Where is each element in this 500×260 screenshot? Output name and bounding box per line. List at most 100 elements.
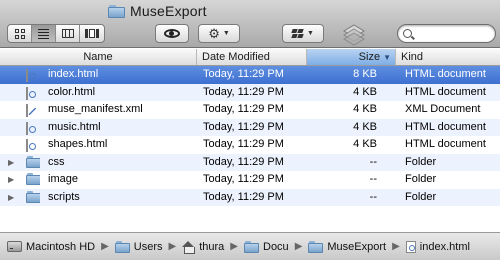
hard-drive-icon <box>7 241 22 252</box>
file-row[interactable]: muse_manifest.xml Today, 11:29 PM 4 KB X… <box>0 101 500 119</box>
path-item-museexport[interactable]: MuseExport <box>306 233 388 260</box>
column-header-date-label: Date Modified <box>202 51 270 63</box>
column-header-size-label: Size <box>358 51 381 63</box>
folder-row[interactable]: ▶ image Today, 11:29 PM -- Folder <box>0 171 500 189</box>
file-name: index.html <box>48 68 99 80</box>
file-name: shapes.html <box>48 138 108 150</box>
disclosure-triangle-icon[interactable]: ▶ <box>8 171 18 189</box>
home-icon <box>182 240 196 254</box>
file-date-modified: Today, 11:29 PM <box>203 173 284 185</box>
file-name: color.html <box>48 85 96 98</box>
window-title: MuseExport <box>108 2 207 20</box>
search-icon <box>403 29 412 38</box>
path-separator-icon: ▶ <box>230 241 238 252</box>
html-document-icon <box>405 240 416 253</box>
toolbar: MuseExport ⚙ ▼ ▼ <box>0 0 500 48</box>
file-row[interactable]: shapes.html Today, 11:29 PM 4 KB HTML do… <box>0 136 500 154</box>
path-item-label: Docu <box>263 240 289 253</box>
disclosure-triangle-icon[interactable]: ▶ <box>8 154 18 172</box>
file-name: scripts <box>48 190 80 203</box>
dropbox-menu-button[interactable]: ▼ <box>282 24 324 43</box>
view-mode-segmented-control <box>7 24 105 43</box>
path-item-label: Users <box>133 240 163 253</box>
column-header-date-modified[interactable]: Date Modified <box>197 49 307 65</box>
list-view-icon <box>38 28 49 39</box>
path-item-label: index.html <box>419 240 470 253</box>
stack-icon[interactable] <box>343 22 365 46</box>
file-name: music.html <box>48 120 101 133</box>
file-size: 4 KB <box>353 120 377 133</box>
column-view-button[interactable] <box>56 25 80 42</box>
icon-view-icon <box>14 28 25 39</box>
path-separator-icon: ▶ <box>294 241 303 252</box>
folder-row[interactable]: ▶ css Today, 11:29 PM -- Folder <box>0 153 500 172</box>
quick-look-button[interactable] <box>155 24 189 43</box>
column-view-icon <box>61 29 74 38</box>
path-item-users[interactable]: Users <box>113 233 165 260</box>
file-list: index.html Today, 11:29 PM 8 KB HTML doc… <box>0 66 500 229</box>
chevron-down-icon: ▼ <box>307 30 314 37</box>
path-item-label: MuseExport <box>327 240 387 253</box>
path-item-home[interactable]: thura <box>180 233 226 260</box>
empty-row <box>0 206 500 224</box>
path-item-label: Macintosh HD <box>26 240 96 253</box>
gear-icon: ⚙ <box>208 26 220 41</box>
path-item-documents[interactable]: Docu <box>242 233 291 260</box>
action-menu-button[interactable]: ⚙ ▼ <box>198 24 240 43</box>
folder-icon <box>244 241 259 253</box>
html-document-icon <box>26 68 40 82</box>
path-separator-icon: ▶ <box>101 241 109 252</box>
file-size: 4 KB <box>353 103 377 115</box>
icon-view-button[interactable] <box>8 25 32 42</box>
path-item-index-html[interactable]: index.html <box>404 233 472 260</box>
column-header-kind[interactable]: Kind <box>396 49 500 65</box>
html-document-icon <box>26 121 40 135</box>
folder-icon <box>26 155 40 170</box>
path-separator-icon: ▶ <box>168 241 177 252</box>
file-date-modified: Today, 11:29 PM <box>203 85 284 98</box>
file-row[interactable]: index.html Today, 11:29 PM 8 KB HTML doc… <box>0 66 500 84</box>
html-document-icon <box>26 86 40 100</box>
file-date-modified: Today, 11:29 PM <box>203 155 284 168</box>
file-size: -- <box>369 173 377 185</box>
search-input[interactable] <box>416 27 491 40</box>
file-kind: Folder <box>405 173 437 185</box>
file-kind: HTML document <box>405 120 486 133</box>
cover-flow-button[interactable] <box>80 25 104 42</box>
column-header-size[interactable]: Size ▼ <box>307 49 396 65</box>
column-headers: Name Date Modified Size ▼ Kind <box>0 49 500 66</box>
window-title-text: MuseExport <box>130 3 207 19</box>
column-header-kind-label: Kind <box>401 51 424 63</box>
sort-descending-icon: ▼ <box>383 53 391 62</box>
column-header-name[interactable]: Name <box>0 49 197 65</box>
file-date-modified: Today, 11:29 PM <box>203 190 284 203</box>
folder-icon <box>108 4 125 18</box>
folder-icon <box>308 241 324 253</box>
file-size: 8 KB <box>353 68 377 80</box>
file-row[interactable]: color.html Today, 11:29 PM 4 KB HTML doc… <box>0 83 500 101</box>
folder-icon <box>114 241 130 253</box>
search-field[interactable] <box>397 24 496 43</box>
file-name: muse_manifest.xml <box>48 103 143 115</box>
file-size: 4 KB <box>353 138 377 150</box>
folder-row[interactable]: ▶ scripts Today, 11:29 PM -- Folder <box>0 188 500 207</box>
folder-icon <box>26 190 40 205</box>
path-item-label: thura <box>199 240 225 253</box>
file-date-modified: Today, 11:29 PM <box>203 68 284 80</box>
file-kind: HTML document <box>405 85 486 98</box>
xml-document-icon <box>26 103 40 117</box>
file-row[interactable]: music.html Today, 11:29 PM 4 KB HTML doc… <box>0 118 500 136</box>
eye-icon <box>164 29 180 38</box>
dropbox-icon <box>291 28 304 39</box>
file-kind: Folder <box>405 155 437 168</box>
file-size: 4 KB <box>353 85 377 98</box>
file-kind: HTML document <box>405 68 486 80</box>
file-size: -- <box>369 190 377 203</box>
cover-flow-icon <box>85 29 99 38</box>
disclosure-triangle-icon[interactable]: ▶ <box>8 189 18 207</box>
file-kind: XML Document <box>405 103 481 115</box>
path-item-macintosh-hd[interactable]: Macintosh HD <box>5 233 97 260</box>
column-header-name-label: Name <box>83 51 113 63</box>
file-date-modified: Today, 11:29 PM <box>203 138 284 150</box>
list-view-button[interactable] <box>32 25 56 42</box>
